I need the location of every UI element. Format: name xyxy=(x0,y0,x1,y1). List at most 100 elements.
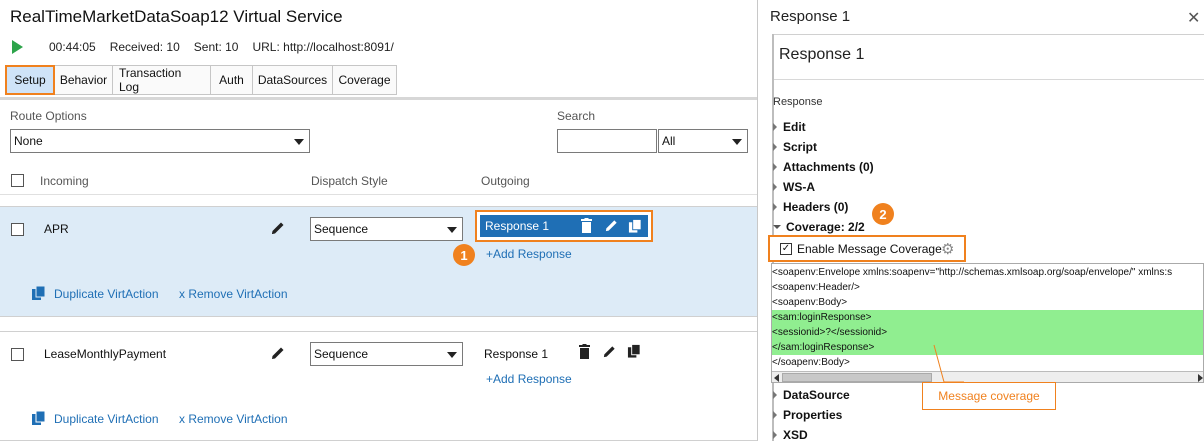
expand-arrow-icon xyxy=(773,411,777,419)
coverage-highlight-box: ✓ Enable Message Coverage ⚙ xyxy=(768,235,966,262)
tab-setup[interactable]: Setup xyxy=(5,65,55,95)
trash-icon[interactable] xyxy=(580,218,593,233)
xml-line-covered: </sam:loginResponse> xyxy=(772,340,1203,355)
expand-arrow-icon xyxy=(773,183,777,191)
enable-coverage-checkbox[interactable]: ✓ xyxy=(780,243,792,255)
expand-arrow-icon xyxy=(773,203,777,211)
step-badge-1: 1 xyxy=(453,244,475,266)
scroll-right-icon[interactable] xyxy=(1198,374,1203,382)
tree-label: XSD xyxy=(783,428,808,441)
row-checkbox[interactable] xyxy=(11,223,24,236)
tree-item-edit[interactable]: Edit xyxy=(773,120,806,134)
add-response-link[interactable]: +Add Response xyxy=(486,247,572,261)
elapsed-time: 00:44:05 xyxy=(49,40,96,54)
tab-auth[interactable]: Auth xyxy=(211,65,253,95)
virtual-service-panel: RealTimeMarketDataSoap12 Virtual Service… xyxy=(0,0,758,441)
scroll-thumb[interactable] xyxy=(782,373,932,382)
tree-item-properties[interactable]: Properties xyxy=(773,408,842,422)
table-row[interactable]: LeaseMonthlyPayment Sequence Response 1 … xyxy=(0,331,757,441)
copy-icon xyxy=(32,285,46,300)
panel-title: Response 1 xyxy=(770,8,851,25)
tab-bar: Setup Behavior Transaction Log Auth Data… xyxy=(5,65,397,95)
row-checkbox[interactable] xyxy=(11,348,24,361)
tab-behavior[interactable]: Behavior xyxy=(55,65,113,95)
panel-divider xyxy=(772,34,1204,35)
copy-icon[interactable] xyxy=(627,343,642,359)
response-label[interactable]: Response 1 xyxy=(484,347,548,361)
dispatch-style-select[interactable]: Sequence xyxy=(310,342,463,366)
tab-coverage[interactable]: Coverage xyxy=(333,65,397,95)
pencil-icon[interactable] xyxy=(602,344,617,359)
search-scope-select[interactable]: All xyxy=(658,129,748,153)
header-divider xyxy=(0,194,757,195)
tree-item-datasource[interactable]: DataSource xyxy=(773,388,850,402)
dispatch-style-value: Sequence xyxy=(314,347,369,361)
step-badge-2: 2 xyxy=(872,203,894,225)
route-options-select[interactable]: None xyxy=(10,129,310,153)
response-heading: Response 1 xyxy=(779,46,865,63)
tab-datasources[interactable]: DataSources xyxy=(253,65,333,95)
add-response-link[interactable]: +Add Response xyxy=(486,372,572,386)
search-label: Search xyxy=(557,109,596,123)
tree-label: Headers (0) xyxy=(783,200,849,214)
dispatch-style-select[interactable]: Sequence xyxy=(310,217,463,241)
pencil-icon[interactable] xyxy=(270,220,286,236)
tree-label: Edit xyxy=(783,120,806,134)
heading-divider xyxy=(774,79,1204,80)
copy-icon xyxy=(32,410,46,425)
chevron-down-icon xyxy=(732,139,742,145)
response-label: Response 1 xyxy=(485,219,550,233)
response-highlight-box: Response 1 xyxy=(475,210,653,242)
incoming-name: LeaseMonthlyPayment xyxy=(44,347,167,361)
xml-editor[interactable]: <soapenv:Envelope xmlns:soapenv="http://… xyxy=(771,263,1204,383)
dispatch-style-value: Sequence xyxy=(314,222,369,236)
route-options-label: Route Options xyxy=(10,109,87,123)
response-section-label: Response xyxy=(773,96,823,108)
search-input[interactable] xyxy=(557,129,657,153)
received-count: Received: 10 xyxy=(109,40,180,54)
response-chip[interactable]: Response 1 xyxy=(480,215,648,237)
column-incoming: Incoming xyxy=(40,174,89,188)
tree-item-wsa[interactable]: WS-A xyxy=(773,180,815,194)
expand-arrow-icon xyxy=(773,143,777,151)
tree-item-xsd[interactable]: XSD xyxy=(773,428,808,441)
expand-arrow-icon xyxy=(773,391,777,399)
pencil-icon[interactable] xyxy=(270,345,286,361)
status-row: 00:44:05 Received: 10 Sent: 10 URL: http… xyxy=(12,38,408,56)
chevron-down-icon xyxy=(447,352,457,358)
duplicate-virtaction-link[interactable]: Duplicate VirtAction xyxy=(54,412,159,426)
service-url: URL: http://localhost:8091/ xyxy=(252,40,394,54)
duplicate-virtaction-link[interactable]: Duplicate VirtAction xyxy=(54,287,159,301)
trash-icon[interactable] xyxy=(578,344,591,359)
column-dispatch-style: Dispatch Style xyxy=(311,174,388,188)
gear-icon[interactable]: ⚙ xyxy=(941,240,954,258)
tree-label: Coverage: 2/2 xyxy=(786,220,865,234)
xml-line: <soapenv:Body> xyxy=(772,297,848,308)
tree-item-attachments[interactable]: Attachments (0) xyxy=(773,160,874,174)
tree-label: Properties xyxy=(783,408,843,422)
tree-item-script[interactable]: Script xyxy=(773,140,817,154)
tree-label: DataSource xyxy=(783,388,850,402)
remove-virtaction-link[interactable]: x Remove VirtAction xyxy=(179,412,288,426)
scroll-left-icon[interactable] xyxy=(774,374,779,382)
play-icon[interactable] xyxy=(12,40,23,54)
close-icon[interactable]: ✕ xyxy=(1187,8,1200,28)
tree-label: Attachments (0) xyxy=(783,160,874,174)
tree-label: WS-A xyxy=(783,180,815,194)
sent-count: Sent: 10 xyxy=(193,40,239,54)
response-panel: Response 1 ✕ Response 1 Response Edit Sc… xyxy=(759,0,1204,441)
tree-item-headers[interactable]: Headers (0) xyxy=(773,200,848,214)
copy-icon[interactable] xyxy=(628,218,643,234)
pencil-icon[interactable] xyxy=(604,218,619,233)
select-all-checkbox[interactable] xyxy=(11,174,24,187)
enable-coverage-label[interactable]: Enable Message Coverage xyxy=(797,242,942,256)
expand-arrow-icon xyxy=(773,163,777,171)
collapse-arrow-icon xyxy=(773,225,781,229)
tab-transaction-log[interactable]: Transaction Log xyxy=(113,65,211,95)
tree-item-coverage[interactable]: Coverage: 2/2 xyxy=(773,220,865,234)
incoming-name: APR xyxy=(44,222,69,236)
chevron-down-icon xyxy=(447,227,457,233)
remove-virtaction-link[interactable]: x Remove VirtAction xyxy=(179,287,288,301)
xml-line: </soapenv:Body> xyxy=(772,357,850,368)
tree-label: Script xyxy=(783,140,818,154)
